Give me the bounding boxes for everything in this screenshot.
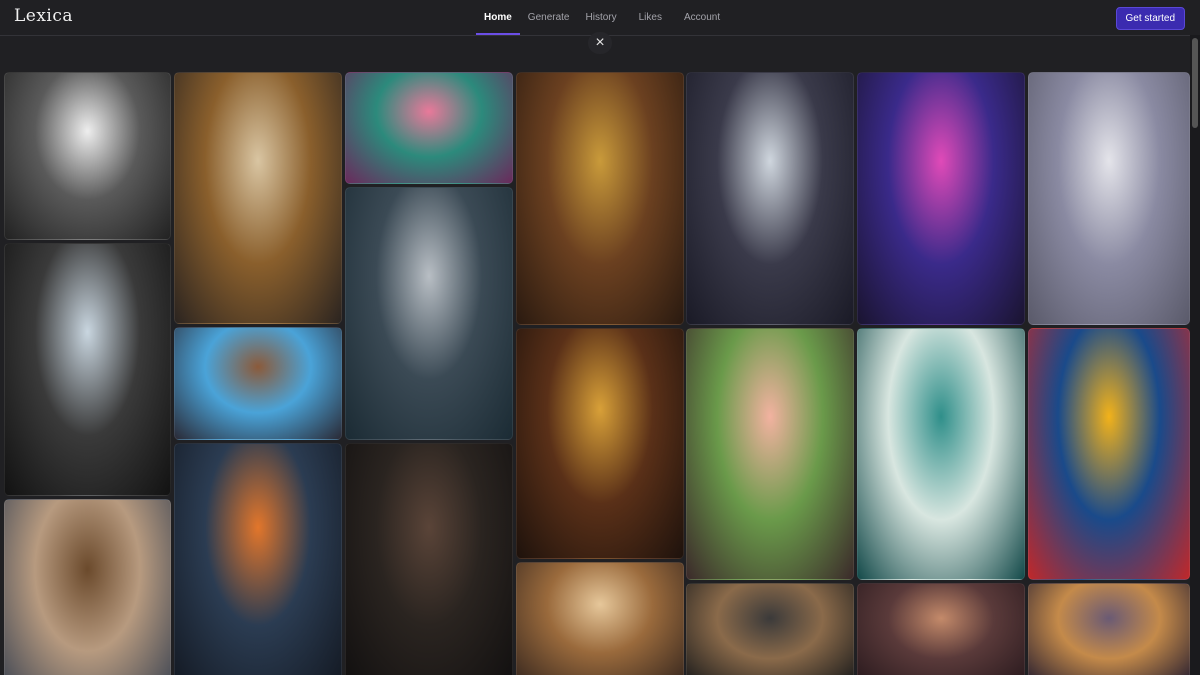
gallery-image-cyberpunk-girl[interactable] (857, 72, 1025, 325)
gallery-image-flower-woman[interactable] (345, 72, 513, 184)
nav-home[interactable]: Home (476, 0, 520, 35)
scrollbar-thumb[interactable] (1192, 38, 1198, 128)
page-scrollbar[interactable] (1190, 35, 1200, 675)
gallery-image-silver-hair-girl[interactable] (1028, 72, 1190, 325)
gallery-image-workshop[interactable] (686, 583, 854, 675)
gallery-image-fox-popcorn[interactable] (174, 443, 342, 675)
gallery-image-robot[interactable] (686, 72, 854, 325)
gallery-image-spiderman-sphere[interactable] (345, 187, 513, 440)
nav-likes[interactable]: Likes (625, 0, 676, 35)
gallery-image-glass-house[interactable] (4, 243, 171, 496)
nav-history[interactable]: History (578, 0, 625, 35)
lexica-logo[interactable]: Lexica (14, 6, 73, 26)
nav-account[interactable]: Account (676, 0, 728, 35)
gallery-image-fairy-water[interactable] (857, 328, 1025, 580)
nav-generate[interactable]: Generate (520, 0, 578, 35)
gallery-image-arches[interactable] (857, 583, 1025, 675)
gallery-image-man-suit-portrait[interactable] (4, 499, 171, 675)
gallery-image-dragon-castle[interactable] (4, 72, 171, 240)
gallery-image-grocery-store[interactable] (174, 72, 342, 324)
gallery-image-pokemon-toys[interactable] (174, 327, 342, 440)
close-icon[interactable]: × (588, 32, 612, 54)
image-gallery (0, 72, 1190, 675)
gallery-image-market-woman[interactable] (516, 562, 684, 675)
main-nav: Home Generate History Likes Account (476, 0, 728, 35)
gallery-image-cat-window[interactable] (1028, 583, 1190, 675)
gallery-image-abstract-eye[interactable] (1028, 328, 1190, 580)
top-navigation-bar: Lexica Home Generate History Likes Accou… (0, 0, 1200, 36)
get-started-button[interactable]: Get started (1115, 7, 1185, 30)
gallery-image-man-portrait[interactable] (345, 443, 513, 675)
gallery-image-golden-headdress[interactable] (516, 328, 684, 559)
gallery-image-golden-woman[interactable] (516, 72, 684, 325)
gallery-image-anime-grocery[interactable] (686, 328, 854, 580)
